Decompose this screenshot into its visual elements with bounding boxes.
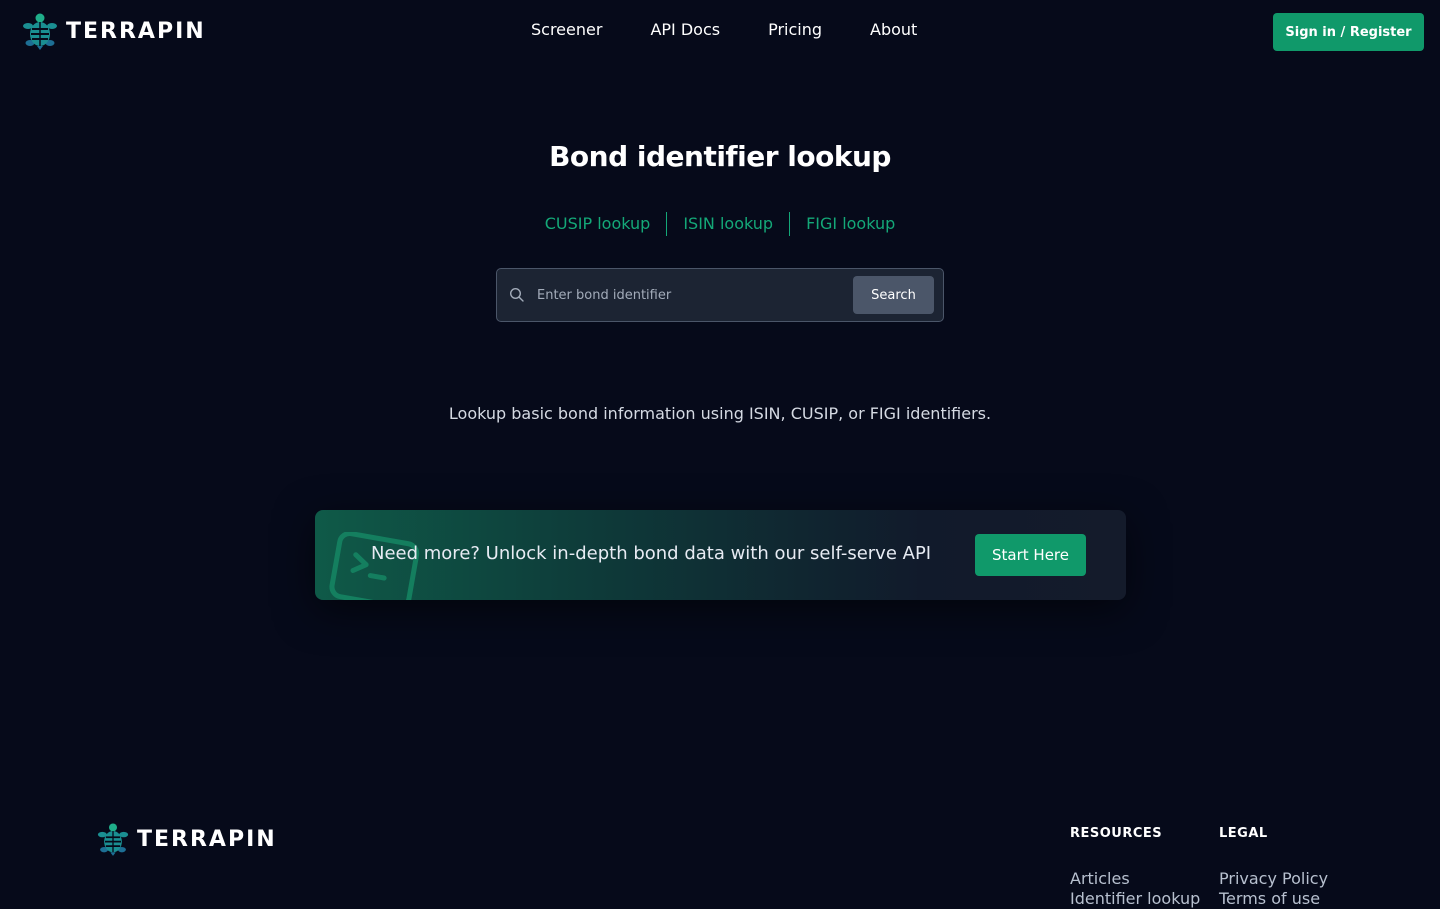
bond-identifier-input[interactable] — [535, 279, 845, 311]
figi-lookup-link[interactable]: FIGI lookup — [790, 212, 911, 236]
footer-legal-column: LEGAL Privacy Policy Terms of use — [1219, 826, 1328, 908]
nav-pricing[interactable]: Pricing — [768, 20, 822, 39]
footer-legal-list: Privacy Policy Terms of use — [1219, 869, 1328, 909]
footer-link-identifier-lookup[interactable]: Identifier lookup — [1070, 889, 1200, 909]
footer-resources-list: Articles Identifier lookup — [1070, 869, 1200, 909]
cta-text: Need more? Unlock in-depth bond data wit… — [371, 543, 932, 564]
page-title: Bond identifier lookup — [549, 140, 891, 173]
footer-logo[interactable]: TERRAPIN — [97, 822, 277, 856]
search-bar: Search — [496, 268, 944, 322]
lookup-description: Lookup basic bond information using ISIN… — [448, 404, 992, 423]
turtle-logo-icon — [23, 13, 57, 50]
nav-about[interactable]: About — [870, 20, 917, 39]
footer-link-articles[interactable]: Articles — [1070, 869, 1200, 889]
header-logo[interactable]: TERRAPIN — [22, 12, 206, 50]
lookup-type-links: CUSIP lookup ISIN lookup FIGI lookup — [0, 212, 1440, 236]
footer-logo-text: TERRAPIN — [137, 826, 277, 852]
search-icon — [509, 287, 524, 302]
footer-legal-heading: LEGAL — [1219, 826, 1268, 841]
footer-link-terms-of-use[interactable]: Terms of use — [1219, 889, 1328, 909]
sign-in-register-button[interactable]: Sign in / Register — [1273, 13, 1424, 51]
turtle-logo-icon — [97, 823, 129, 856]
start-here-button[interactable]: Start Here — [975, 534, 1086, 576]
isin-lookup-link[interactable]: ISIN lookup — [667, 212, 789, 236]
search-button[interactable]: Search — [853, 276, 934, 314]
footer-resources-heading: RESOURCES — [1070, 826, 1163, 841]
api-cta-banner: Need more? Unlock in-depth bond data wit… — [315, 510, 1126, 600]
nav-screener[interactable]: Screener — [531, 20, 602, 39]
header-logo-text: TERRAPIN — [66, 18, 206, 44]
nav-api-docs[interactable]: API Docs — [650, 20, 720, 39]
footer-link-privacy-policy[interactable]: Privacy Policy — [1219, 869, 1328, 889]
cusip-lookup-link[interactable]: CUSIP lookup — [529, 212, 667, 236]
main-nav: Screener API Docs Pricing About — [531, 20, 965, 39]
footer-resources-column: RESOURCES Articles Identifier lookup — [1070, 826, 1200, 908]
top-header: TERRAPIN Screener API Docs Pricing About… — [0, 0, 1440, 62]
